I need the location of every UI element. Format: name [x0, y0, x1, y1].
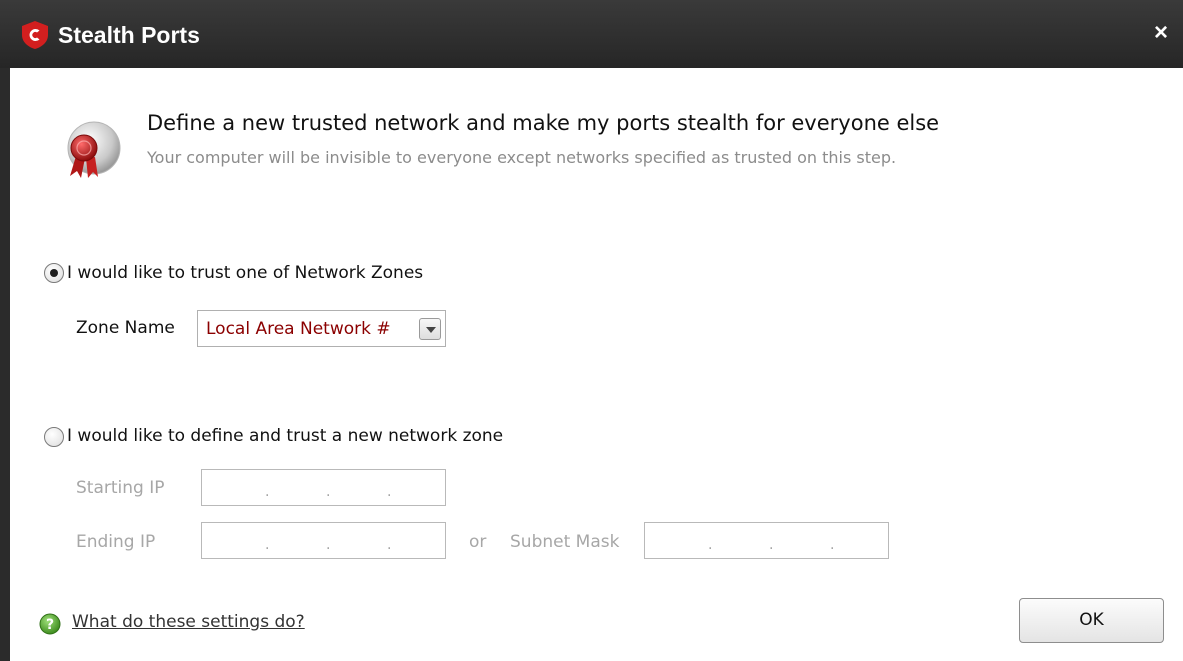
ending-ip-label: Ending IP — [76, 532, 156, 552]
ip-separator: . — [265, 537, 270, 553]
ip-separator: . — [326, 537, 331, 553]
chevron-down-icon[interactable] — [419, 318, 441, 340]
zone-name-value: Local Area Network # — [206, 319, 391, 339]
window-left-border — [0, 68, 10, 661]
zone-name-label: Zone Name — [76, 318, 175, 338]
window-title: Stealth Ports — [58, 22, 200, 48]
award-ribbon-icon — [67, 121, 121, 178]
ip-separator: . — [326, 484, 331, 500]
help-link[interactable]: What do these settings do? — [72, 612, 305, 632]
define-new-zone-radio[interactable] — [44, 427, 64, 447]
title-bar[interactable]: Stealth Ports × — [0, 0, 1183, 68]
ending-ip-field[interactable]: . . . — [201, 522, 446, 559]
stealth-ports-dialog: Stealth Ports × Define a new trusted net… — [0, 0, 1183, 661]
ip-separator: . — [830, 537, 835, 553]
ip-separator: . — [387, 484, 392, 500]
trust-network-zone-radio[interactable] — [44, 263, 64, 283]
close-button[interactable]: × — [1148, 20, 1174, 46]
starting-ip-field[interactable]: . . . — [201, 469, 446, 506]
or-label: or — [469, 532, 487, 552]
subnet-mask-field[interactable]: . . . — [644, 522, 889, 559]
help-question-icon[interactable]: ? — [39, 613, 61, 635]
zone-name-select[interactable]: Local Area Network # — [197, 310, 446, 347]
ip-separator: . — [769, 537, 774, 553]
ip-separator: . — [708, 537, 713, 553]
svg-text:?: ? — [46, 617, 54, 633]
header-subtitle: Your computer will be invisible to every… — [147, 148, 897, 167]
header-title: Define a new trusted network and make my… — [147, 111, 940, 135]
define-new-zone-label[interactable]: I would like to define and trust a new n… — [67, 426, 503, 446]
ip-separator: . — [387, 537, 392, 553]
ip-separator: . — [265, 484, 270, 500]
trust-network-zone-label[interactable]: I would like to trust one of Network Zon… — [67, 263, 423, 283]
ok-button[interactable]: OK — [1019, 598, 1164, 643]
subnet-mask-label: Subnet Mask — [510, 532, 620, 552]
starting-ip-label: Starting IP — [76, 478, 165, 498]
comodo-logo-icon — [22, 21, 48, 49]
